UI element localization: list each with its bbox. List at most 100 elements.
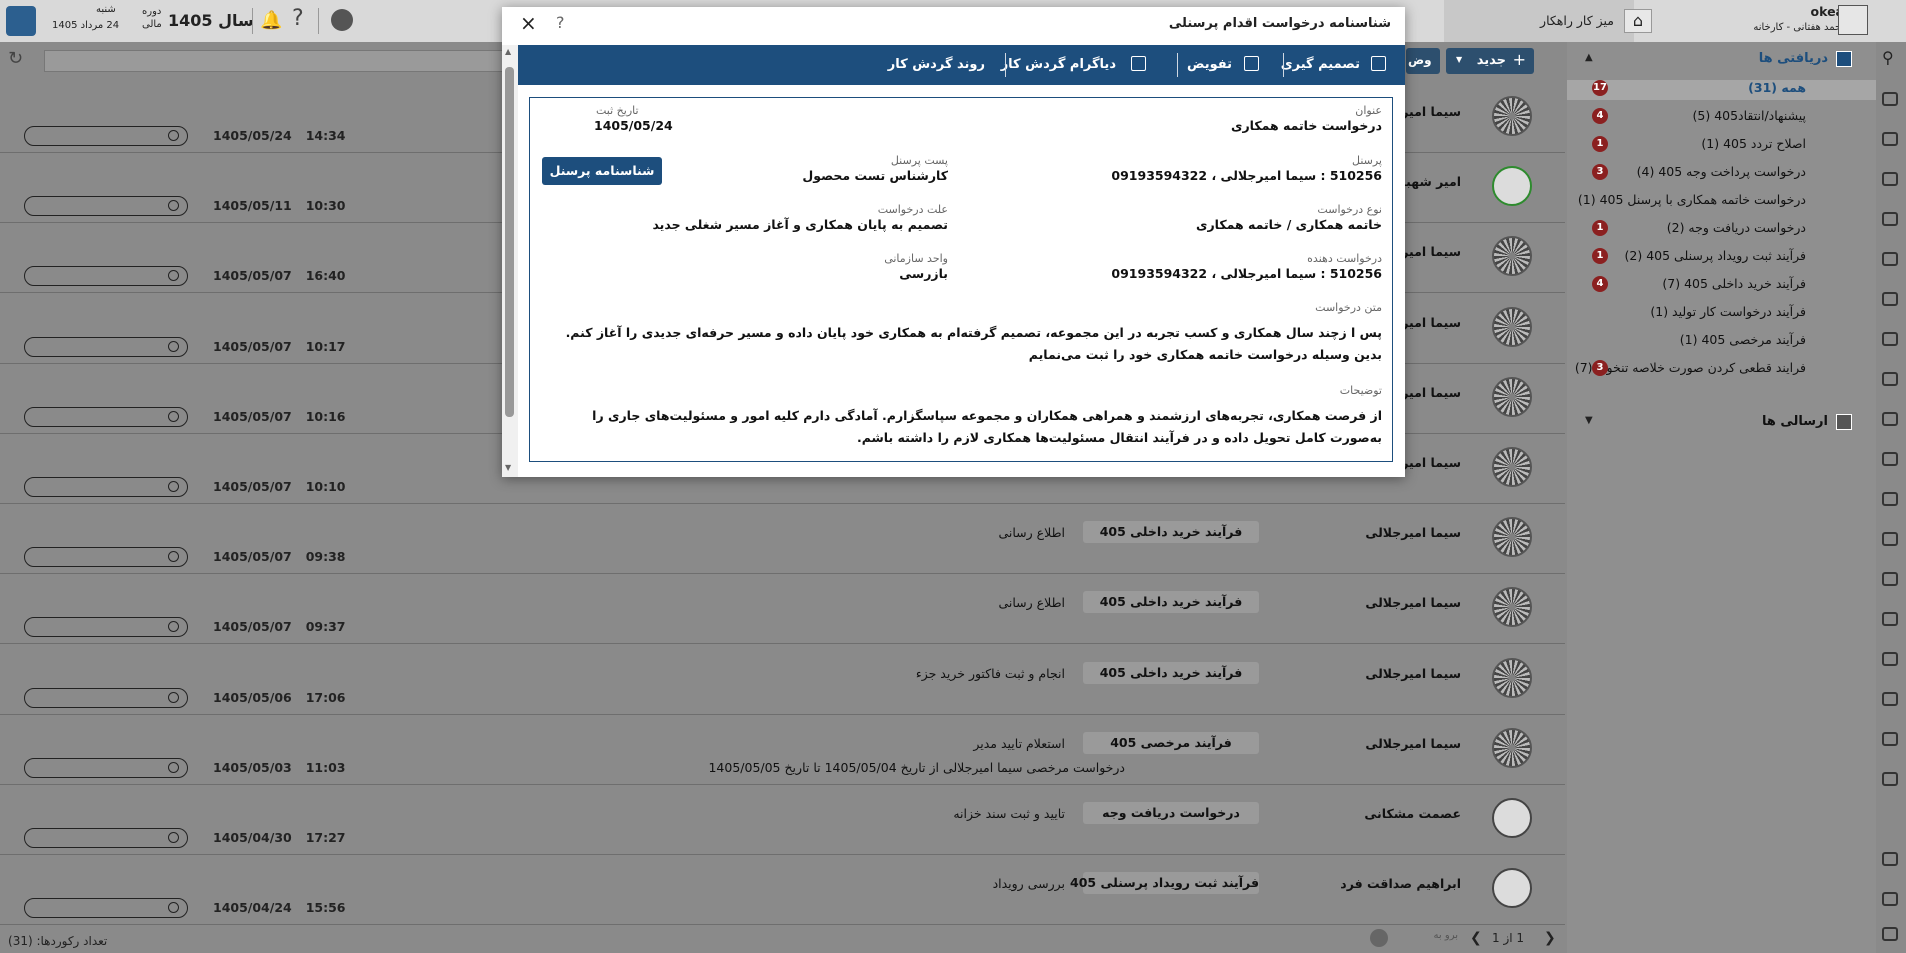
count-badge: 4: [1592, 108, 1608, 124]
prev-page-icon[interactable]: ❯: [1544, 930, 1556, 946]
row-date: 1405/05/07: [213, 408, 292, 424]
sidebar-item[interactable]: فرآیند ثبت رویداد پرسنلی 405 (2): [1625, 248, 1806, 263]
sender-name: سیما امیرجلالی: [1365, 595, 1461, 611]
reason-value: تصمیم به پایان همکاری و آغاز مسیر شغلی ج…: [652, 217, 948, 232]
modal-help-icon[interactable]: ?: [556, 13, 565, 32]
sidebar-item[interactable]: درخواست خاتمه همکاری با پرسنل 405 (1): [1578, 192, 1806, 207]
requester-label: درخواست دهنده: [1307, 252, 1382, 265]
package-icon[interactable]: [1882, 332, 1898, 346]
pen-icon[interactable]: [1882, 732, 1898, 746]
calendar-icon[interactable]: [1882, 772, 1898, 786]
search-icon[interactable]: ⚲: [1882, 48, 1894, 67]
workflow-process-button[interactable]: روند گردش کار: [888, 57, 985, 72]
id-card-icon[interactable]: [1882, 252, 1898, 266]
outbox-header[interactable]: ارسالی ها ▼: [1567, 405, 1876, 441]
state-button[interactable]: وض: [1406, 48, 1440, 74]
timer-icon: [168, 551, 179, 563]
factory-icon[interactable]: [1882, 532, 1898, 546]
progress-pill[interactable]: [24, 126, 188, 146]
delegate-button[interactable]: تفویض: [1187, 57, 1232, 72]
row-datetime: 1405/05/11 10:30: [213, 198, 346, 213]
cart-icon[interactable]: [1882, 612, 1898, 626]
help-icon[interactable]: ?: [292, 6, 304, 31]
monitor-icon[interactable]: [1882, 492, 1898, 506]
wallet-icon[interactable]: [1882, 292, 1898, 306]
document-icon[interactable]: [1882, 172, 1898, 186]
table-row[interactable]: 1405/05/07 09:37 سیما امیرجلالی فرآیند خرید…: [0, 573, 1565, 645]
refresh-icon[interactable]: ↻: [8, 48, 23, 69]
modal-close-icon[interactable]: ×: [520, 11, 537, 35]
hierarchy-icon[interactable]: [1882, 852, 1898, 866]
progress-pill[interactable]: [24, 477, 188, 497]
progress-pill[interactable]: [24, 266, 188, 287]
timer-icon: [168, 761, 179, 773]
home-icon[interactable]: ⌂: [1624, 9, 1652, 33]
progress-pill[interactable]: [24, 898, 188, 919]
goto-arrow-icon[interactable]: [1370, 929, 1388, 947]
decision-button[interactable]: تصمیم گیری: [1281, 57, 1360, 72]
sender-name: ابراهیم صداقت فرد: [1340, 876, 1461, 892]
period-sub: مالی: [142, 19, 162, 30]
modal-scrollbar[interactable]: ▲ ▼: [502, 45, 518, 477]
sidebar-item[interactable]: فرایند قطعی کردن صورت خلاصه تنخواه (7): [1575, 360, 1806, 375]
sidebar-item[interactable]: پیشنهاد/انتقاد405 (5): [1692, 108, 1806, 123]
mail-icon[interactable]: [1882, 132, 1898, 146]
settings-icon[interactable]: [1882, 892, 1898, 906]
sidebar-item[interactable]: درخواست دریافت وجه (2): [1667, 220, 1806, 235]
inbox-header[interactable]: دریافتی ها ▲: [1567, 42, 1876, 78]
sidebar-item[interactable]: فرآیند مرخصی 405 (1): [1680, 332, 1806, 347]
table-row[interactable]: 1405/04/30 17:27 عصمت مشکانی درخواست دریافت…: [0, 784, 1565, 855]
table-row[interactable]: 1405/04/24 15:56 ابراهیم صداقت فرد فرآیند ث…: [0, 854, 1565, 926]
globe-icon[interactable]: [1882, 927, 1898, 941]
title-label: عنوان: [1355, 104, 1382, 117]
outbox-icon: [1836, 414, 1852, 430]
chart-icon[interactable]: [1882, 692, 1898, 706]
year-selector[interactable]: سال 1405: [168, 11, 254, 30]
tab-cartable[interactable]: میز کار راهکار: [1444, 0, 1634, 42]
progress-pill[interactable]: [24, 757, 188, 778]
user-search-icon[interactable]: [1882, 372, 1898, 386]
progress-pill[interactable]: [24, 547, 188, 568]
store-icon[interactable]: [1882, 652, 1898, 666]
progress-pill[interactable]: [24, 617, 188, 638]
progress-pill[interactable]: [24, 196, 188, 217]
row-datetime: 1405/05/07 10:16: [213, 409, 346, 424]
row-time: 09:37: [305, 619, 346, 635]
scroll-up-icon[interactable]: ▲: [505, 47, 511, 56]
user-avatar-icon[interactable]: [1838, 5, 1868, 35]
personnel-profile-button[interactable]: شناسنامه پرسنل: [542, 157, 662, 185]
grid-icon[interactable]: [1882, 92, 1898, 106]
scroll-down-icon[interactable]: ▼: [505, 463, 511, 472]
table-row[interactable]: 1405/05/03 11:03 سیما امیرجلالی فرآیند مرخص…: [0, 714, 1565, 785]
clock-icon[interactable]: [1882, 452, 1898, 466]
money-icon[interactable]: [1882, 212, 1898, 226]
new-button[interactable]: + جدید ▼: [1446, 48, 1534, 74]
progress-pill[interactable]: [24, 828, 188, 848]
sidebar-item[interactable]: اصلاح تردد 405 (1): [1701, 136, 1806, 151]
post-label: پست پرسنل: [890, 154, 948, 167]
sidebar-item[interactable]: درخواست پرداخت وجه 405 (4): [1637, 164, 1806, 179]
row-time: 10:17: [305, 338, 346, 354]
bell-icon[interactable]: 🔔: [260, 10, 282, 31]
goto-input[interactable]: برو به: [1388, 930, 1458, 948]
sidebar-item[interactable]: فرآیند درخواست کار تولید (1): [1650, 304, 1806, 319]
progress-pill[interactable]: [24, 687, 188, 708]
next-page-icon[interactable]: ❮: [1470, 930, 1482, 946]
date-day: شنبه: [96, 4, 116, 15]
table-row[interactable]: 1405/05/07 09:38 سیما امیرجلالی فرآیند خرید…: [0, 503, 1565, 575]
sidebar-item[interactable]: همه (31): [1748, 80, 1806, 95]
timer-icon: [168, 340, 179, 352]
decision-check-icon: [1371, 56, 1386, 71]
sidebar: دریافتی ها ▲ همه (31) 17 پیشنهاد/انتقاد405…: [1567, 42, 1876, 953]
robot-icon[interactable]: [331, 9, 353, 31]
sidebar-item[interactable]: فرآیند خرید داخلی 405 (7): [1662, 276, 1806, 291]
app-logo[interactable]: [6, 6, 36, 36]
count-badge: 1: [1592, 248, 1608, 264]
tag-icon[interactable]: [1882, 412, 1898, 426]
table-row[interactable]: 1405/05/06 17:06 سیما امیرجلالی فرآیند خرید…: [0, 644, 1565, 715]
progress-pill[interactable]: [24, 406, 188, 427]
workflow-diagram-button[interactable]: دیاگرام گردش کار: [1001, 57, 1116, 72]
truck-icon[interactable]: [1882, 572, 1898, 586]
progress-pill[interactable]: [24, 336, 188, 357]
scrollbar-thumb[interactable]: [505, 67, 514, 417]
